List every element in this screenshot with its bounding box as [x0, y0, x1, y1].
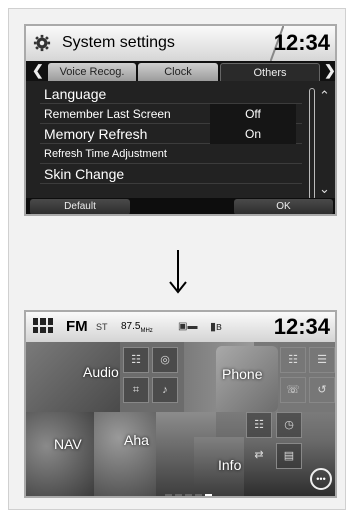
scrollbar[interactable] [309, 88, 315, 200]
scroll-down-icon[interactable]: ⌄ [319, 181, 330, 197]
chevron-right-icon[interactable]: ❯ [324, 62, 335, 79]
settings-footer: Default OK [26, 198, 335, 214]
tab-voice-recog[interactable]: Voice Recog. [48, 63, 136, 81]
list-item-label: Memory Refresh [44, 126, 148, 142]
list-item-value: On [210, 124, 296, 144]
nav-label: NAV [54, 436, 82, 452]
list-item-remember-last-screen[interactable]: Remember Last Screen Off [40, 104, 302, 124]
source-list-icon[interactable]: ☷ [123, 347, 149, 373]
contacts-icon[interactable]: ☰ [309, 347, 335, 373]
ok-button[interactable]: OK [234, 199, 333, 214]
tab-others[interactable]: Others [220, 63, 320, 81]
bluetooth-icon: ▮ʙ [210, 321, 222, 333]
podcast-icon[interactable]: ◎ [152, 347, 178, 373]
info-tile[interactable]: Info [194, 437, 244, 496]
page-title: System settings [62, 34, 175, 51]
scroll-up-icon[interactable]: ⌃ [319, 88, 330, 104]
list-item-language[interactable]: Language [40, 84, 302, 104]
list-item-value: Off [210, 104, 296, 124]
calendar-icon[interactable]: ▤ [276, 443, 302, 469]
media-status-icon: ▣▬ [178, 321, 198, 332]
frequency: 87.5MHz [121, 321, 153, 334]
phone-label: Phone [222, 366, 263, 382]
list-item-label: Refresh Time Adjustment [44, 148, 167, 160]
list-item-skin-change[interactable]: Skin Change [40, 164, 302, 184]
down-arrow-icon [169, 250, 187, 294]
phone-tile[interactable]: Phone [216, 346, 278, 412]
stereo-icon: ST [96, 322, 108, 332]
aha-label: Aha [124, 432, 149, 448]
list-item-label: Language [44, 86, 107, 102]
settings-header: System settings 12:34 [26, 26, 335, 61]
call-icon[interactable]: ☏ [280, 377, 306, 403]
clock: 12:34 [273, 314, 330, 339]
radio-icon[interactable]: ⌗ [123, 377, 149, 403]
more-button[interactable]: ••• [310, 468, 332, 490]
clock: 12:34 [273, 30, 330, 55]
tab-clock[interactable]: Clock [138, 63, 218, 81]
info-label: Info [218, 457, 242, 473]
clock-icon[interactable]: ◷ [276, 412, 302, 438]
nav-tile[interactable]: NAV [26, 412, 94, 496]
page-indicator [165, 494, 212, 496]
gear-icon [33, 34, 51, 52]
status-bar: FM ST 87.5MHz ▣▬ ▮ʙ 12:34 [26, 312, 335, 342]
chevron-left-icon[interactable]: ❮ [32, 62, 44, 79]
source-band: FM [66, 318, 88, 335]
audio-label: Audio [83, 364, 119, 380]
list-item-label: Remember Last Screen [44, 107, 171, 121]
list-item-label: Skin Change [44, 166, 125, 182]
home-screen: Audio ☷ ◎ ⌗ ♪ Phone ☷ ☰ ☏ ↺ NAV Aha Info… [24, 310, 337, 498]
phone-shortcuts: ☷ ☰ ☏ ↺ [278, 342, 335, 412]
aha-tile[interactable]: Aha [94, 412, 156, 496]
audio-tile[interactable]: Audio [26, 342, 120, 412]
phonebook-icon[interactable]: ☷ [280, 347, 306, 373]
music-icon[interactable]: ♪ [152, 377, 178, 403]
list-item-refresh-time-adjustment[interactable]: Refresh Time Adjustment [40, 144, 302, 164]
redial-icon[interactable]: ↺ [309, 377, 335, 403]
settings-list: Language Remember Last Screen Off Memory… [40, 84, 302, 184]
system-settings-screen: System settings 12:34 ❮ Voice Recog. Clo… [24, 24, 337, 216]
home-grid-icon[interactable] [33, 318, 53, 333]
info-list-icon[interactable]: ☷ [246, 412, 272, 438]
list-item-memory-refresh[interactable]: Memory Refresh On [40, 124, 302, 144]
tab-bar: ❮ Voice Recog. Clock Others ❯ [26, 61, 335, 81]
connection-icon[interactable]: ⇄ [246, 443, 272, 469]
audio-shortcuts: ☷ ◎ ⌗ ♪ [120, 342, 184, 412]
default-button[interactable]: Default [30, 199, 130, 214]
